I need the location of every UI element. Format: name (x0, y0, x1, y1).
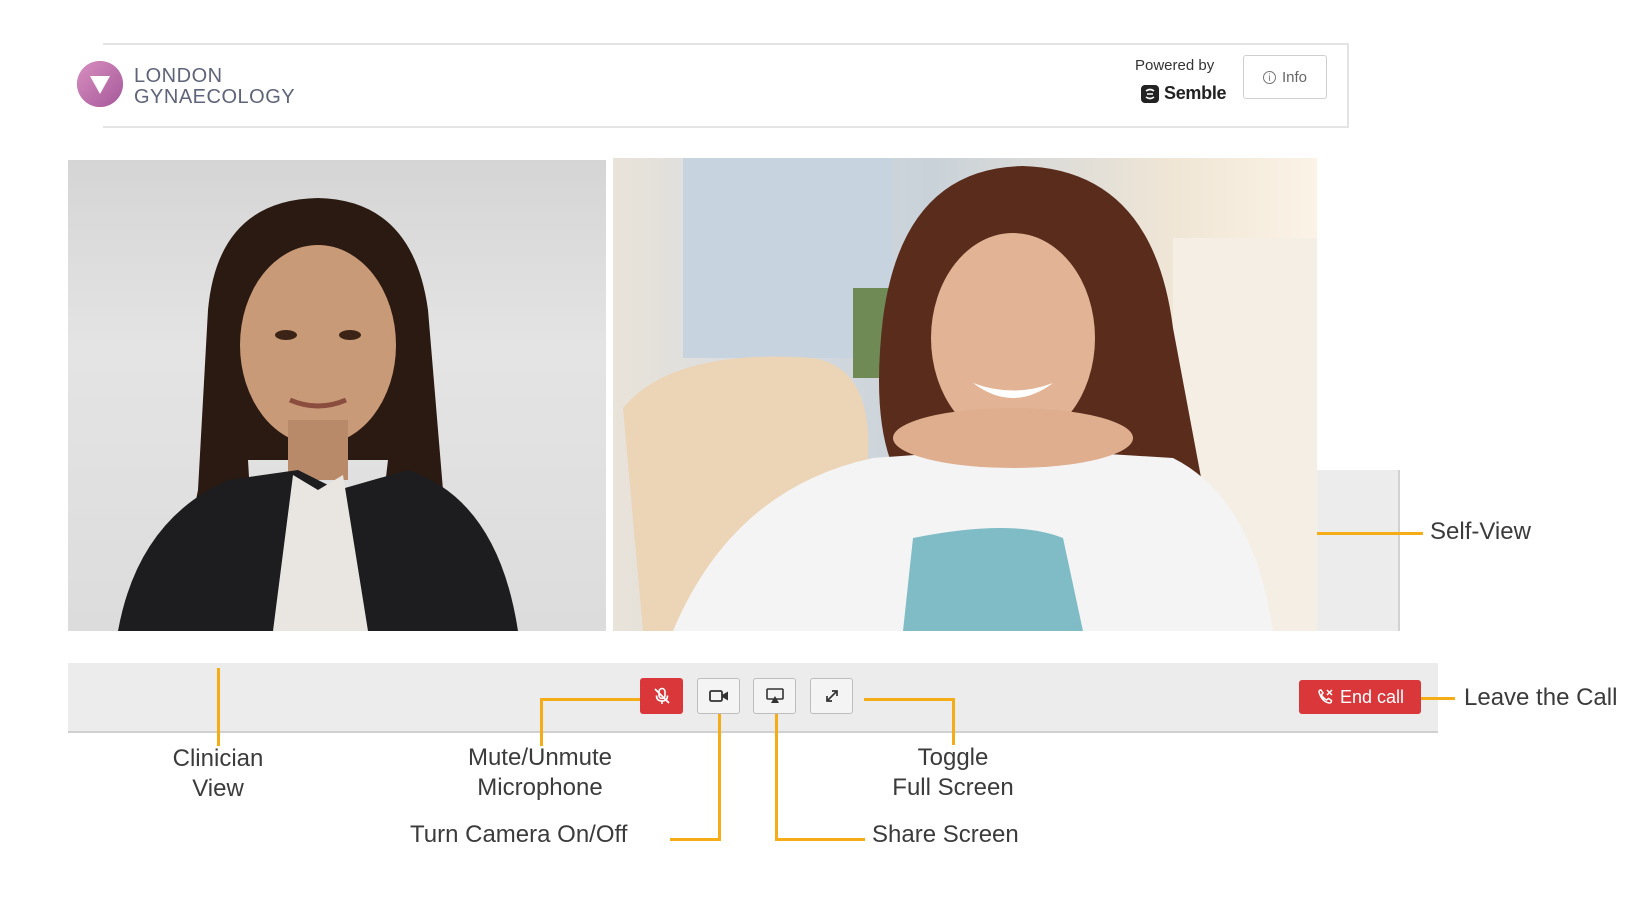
brand-name-line2: GYNAECOLOGY (134, 86, 296, 108)
share-screen-button[interactable] (753, 678, 796, 714)
phone-hangup-icon (1318, 689, 1333, 704)
brand-name-line1: LONDON (134, 65, 223, 87)
info-icon: i (1262, 70, 1276, 84)
toggle-fullscreen-label-line1: Toggle (917, 744, 989, 771)
camera-callout-line-h (670, 838, 721, 841)
london-gynaecology-logo-icon (77, 61, 123, 107)
share-callout-line-v (775, 714, 778, 840)
patient-video (613, 158, 1317, 631)
clinician-video-image (118, 198, 518, 631)
self-view-panel (1317, 470, 1400, 631)
screen-share-icon (765, 688, 784, 703)
microphone-off-icon (653, 687, 670, 704)
share-callout-line-h (775, 838, 865, 841)
camera-callout-line-v (718, 714, 721, 840)
semble-brand: Semble (1164, 83, 1227, 103)
leave-call-callout-line (1421, 697, 1455, 700)
mute-microphone-label-line1: Mute/Unmute (467, 744, 613, 771)
share-screen-label: Share Screen (872, 821, 1019, 848)
semble-logo-icon (1141, 85, 1159, 103)
end-call-button[interactable]: End call (1299, 680, 1421, 714)
mute-microphone-label-line2: Microphone (477, 774, 603, 801)
video-camera-icon (708, 690, 728, 702)
clinician-view-label-line2: View (192, 775, 244, 802)
toggle-fullscreen-label: Toggle Full Screen (870, 743, 1036, 803)
toggle-fullscreen-label-line2: Full Screen (892, 774, 1014, 801)
clinician-view-callout-line (217, 668, 220, 746)
clinician-view-label-line1: Clinician (172, 745, 264, 772)
fullscreen-callout-line-v (952, 698, 955, 745)
mute-callout-line-h (540, 698, 640, 701)
patient-video-image (623, 158, 1317, 631)
self-view-label: Self-View (1430, 518, 1531, 545)
mute-microphone-label: Mute/Unmute Microphone (440, 743, 640, 803)
camera-toggle-button[interactable] (697, 678, 740, 714)
end-call-label: End call (1339, 686, 1405, 707)
mute-callout-line-v (540, 698, 543, 746)
expand-icon (825, 690, 838, 702)
self-view-callout-line (1317, 532, 1423, 535)
clinician-video (68, 160, 606, 631)
powered-by-label: Powered by (1135, 57, 1215, 74)
fullscreen-toggle-button[interactable] (810, 678, 853, 714)
clinician-view-label: Clinician View (148, 744, 288, 804)
info-button-label: Info (1281, 68, 1308, 86)
mute-microphone-button[interactable] (640, 678, 683, 714)
fullscreen-callout-line-h (864, 698, 954, 701)
info-button[interactable]: i Info (1243, 55, 1327, 99)
leave-call-label: Leave the Call (1464, 684, 1618, 711)
camera-toggle-label: Turn Camera On/Off (410, 821, 628, 848)
